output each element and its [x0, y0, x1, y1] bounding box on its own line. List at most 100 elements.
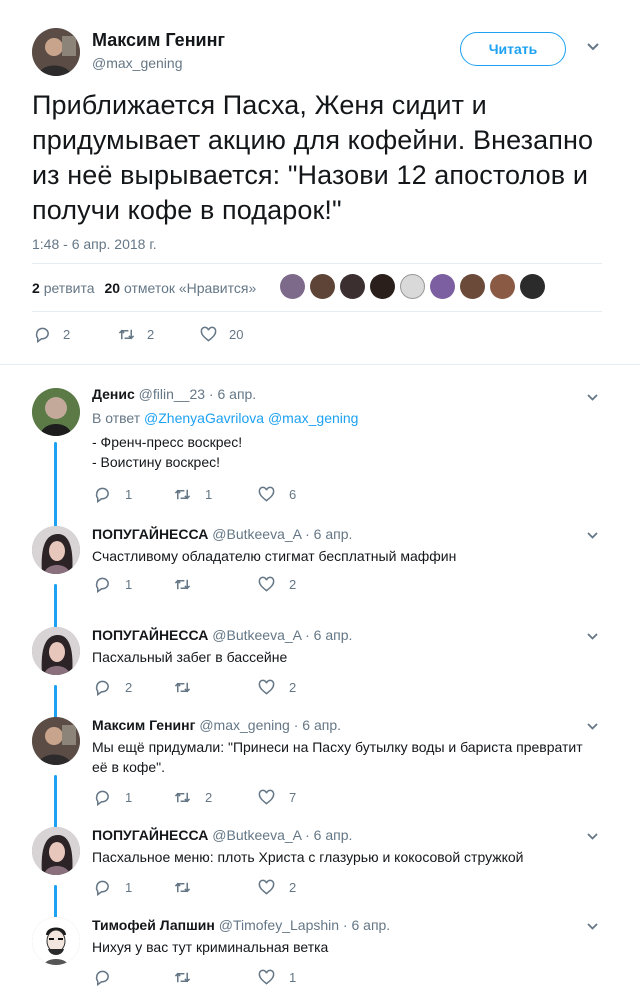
reply-text: - Френч-пресс воскрес! - Воистину воскрес…	[92, 432, 602, 472]
reply-avatar[interactable]	[32, 717, 80, 765]
reply-author-name[interactable]: Денис	[92, 386, 135, 402]
retweet-button[interactable]	[174, 679, 205, 696]
retweet-button[interactable]	[174, 576, 205, 593]
like-count: 2	[289, 880, 297, 895]
reply-text-line: - Воистину воскрес!	[92, 454, 221, 470]
retweet-icon	[174, 792, 191, 803]
author-handle[interactable]: @max_gening	[92, 55, 183, 71]
tweet-actions: 2 2 20	[34, 326, 294, 346]
reply-actions: 1 1 6	[92, 486, 332, 506]
chevron-down-icon[interactable]	[586, 531, 599, 540]
thread-connector-line	[54, 442, 57, 538]
reply-icon	[95, 680, 109, 696]
like-button[interactable]: 20	[200, 326, 243, 343]
reply-text-line: Нихуя у вас тут криминальная ветка	[92, 939, 329, 955]
reply-text: Счастливому обладателю стигмат бесплатны…	[92, 546, 602, 566]
reply-icon	[95, 790, 109, 806]
liker-avatar[interactable]	[520, 274, 545, 299]
reply-author-handle[interactable]: @Butkeeva_A · 6 апр.	[212, 627, 352, 643]
reply-count: 2	[63, 327, 71, 342]
chevron-down-icon[interactable]	[586, 393, 599, 402]
reply-author-name[interactable]: ПОПУГАЙНЕССА	[92, 627, 208, 643]
like-button[interactable]: 1	[258, 969, 296, 986]
reply-author-handle[interactable]: @Timofey_Lapshin · 6 апр.	[219, 917, 390, 933]
divider	[0, 364, 640, 365]
chevron-down-icon[interactable]	[586, 832, 599, 841]
reply-button[interactable]: 2	[34, 326, 70, 343]
reply-text: Нихуя у вас тут криминальная ветка	[92, 937, 602, 957]
retweet-button[interactable]: 2	[174, 789, 212, 806]
liker-avatar[interactable]	[340, 274, 365, 299]
reply-avatar[interactable]	[32, 526, 80, 574]
liker-avatar[interactable]	[490, 274, 515, 299]
chevron-down-icon[interactable]	[586, 632, 599, 641]
reply-author-name[interactable]: Максим Генинг	[92, 717, 195, 733]
reply-text: Пасхальный забег в бассейне	[92, 647, 602, 667]
retweet-icon	[174, 489, 191, 500]
reply-avatar[interactable]	[32, 388, 80, 436]
retweet-icon	[174, 682, 191, 693]
chevron-down-icon[interactable]	[586, 922, 599, 931]
liker-avatar[interactable]	[280, 274, 305, 299]
reply-header: Тимофей Лапшин @Timofey_Lapshin · 6 апр.	[92, 917, 390, 933]
author-avatar[interactable]	[32, 28, 80, 76]
reply-avatar[interactable]	[32, 627, 80, 675]
reply-button[interactable]: 1	[94, 486, 132, 503]
liker-avatar[interactable]	[310, 274, 335, 299]
retweet-button[interactable]	[174, 879, 205, 896]
reply-author-name[interactable]: ПОПУГАЙНЕССА	[92, 526, 208, 542]
reply-button[interactable]: 1	[94, 789, 132, 806]
reply-header: Денис @filin__23 · 6 апр.	[92, 386, 256, 402]
reply-avatar[interactable]	[32, 917, 80, 965]
reply-icon	[35, 327, 49, 343]
tweet-timestamp[interactable]: 1:48 - 6 апр. 2018 г.	[32, 236, 157, 252]
retweet-button[interactable]	[174, 969, 205, 986]
like-button[interactable]: 2	[258, 879, 296, 896]
reply-count: 1	[125, 790, 133, 805]
reply-author-handle[interactable]: @Butkeeva_A · 6 апр.	[212, 827, 352, 843]
in-reply-mentions-link[interactable]: @ZhenyaGavrilova @max_gening	[144, 410, 358, 426]
reply-avatar[interactable]	[32, 827, 80, 875]
retweet-button[interactable]: 2	[118, 326, 154, 343]
retweet-icon	[174, 972, 191, 983]
chevron-down-icon[interactable]	[586, 722, 599, 731]
heart-icon	[258, 789, 275, 805]
chevron-down-icon[interactable]	[586, 42, 600, 52]
like-button[interactable]: 2	[258, 576, 296, 593]
like-button[interactable]: 2	[258, 679, 296, 696]
retweet-icon	[118, 329, 135, 340]
reply-author-handle[interactable]: @Butkeeva_A · 6 апр.	[212, 526, 352, 542]
reply-text-line: Мы ещё придумали: "Принеси на Пасху буты…	[92, 739, 583, 755]
like-button[interactable]: 7	[258, 789, 296, 806]
retweet-stat-label: ретвита	[43, 280, 95, 296]
liker-avatar[interactable]	[400, 274, 425, 299]
liker-avatar[interactable]	[460, 274, 485, 299]
like-button[interactable]: 6	[258, 486, 296, 503]
reply-author-handle[interactable]: @filin__23 · 6 апр.	[139, 386, 257, 402]
retweet-stat[interactable]: 2 ретвита	[32, 280, 95, 296]
reply-button[interactable]	[94, 969, 125, 986]
author-name[interactable]: Максим Генинг	[92, 30, 225, 51]
retweet-count: 1	[205, 487, 213, 502]
heart-icon	[258, 679, 275, 695]
reply-text: Пасхальное меню: плоть Христа с глазурью…	[92, 847, 602, 867]
like-stat[interactable]: 20 отметок «Нравится»	[105, 280, 257, 296]
like-count: 2	[289, 680, 297, 695]
reply-text-line: Пасхальное меню: плоть Христа с глазурью…	[92, 849, 524, 865]
reply-author-name[interactable]: Тимофей Лапшин	[92, 917, 215, 933]
like-count: 2	[289, 577, 297, 592]
reply-actions: 2 2	[92, 679, 332, 699]
reply-author-handle[interactable]: @max_gening · 6 апр.	[199, 717, 341, 733]
reply-author-name[interactable]: ПОПУГАЙНЕССА	[92, 827, 208, 843]
like-count: 6	[289, 487, 297, 502]
reply-button[interactable]: 1	[94, 879, 132, 896]
reply-header: Максим Генинг @max_gening · 6 апр.	[92, 717, 341, 733]
tweet-text: Приближается Пасха, Женя сидит и придумы…	[32, 90, 594, 225]
follow-button[interactable]: Читать	[460, 32, 566, 66]
reply-button[interactable]: 1	[94, 576, 132, 593]
liker-avatar[interactable]	[430, 274, 455, 299]
reply-button[interactable]: 2	[94, 679, 132, 696]
like-stat-label: отметок «Нравится»	[123, 280, 257, 296]
liker-avatar[interactable]	[370, 274, 395, 299]
retweet-button[interactable]: 1	[174, 486, 212, 503]
